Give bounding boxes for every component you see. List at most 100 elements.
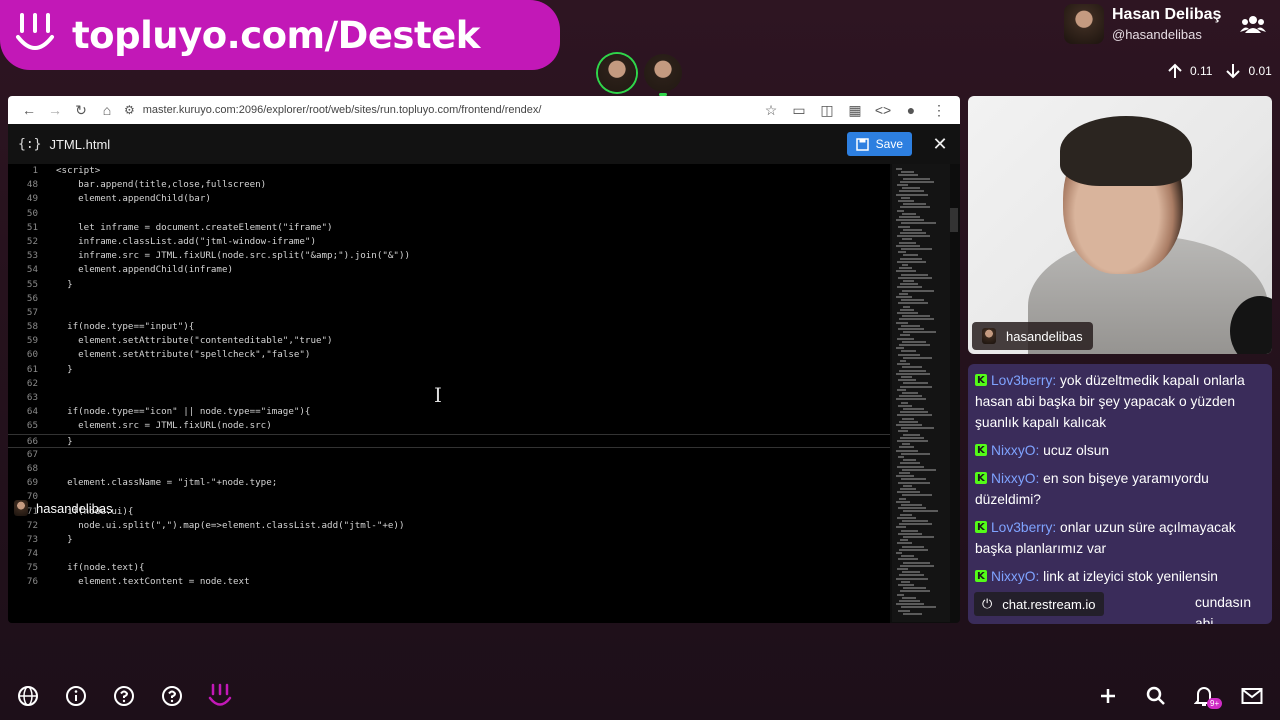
back-icon[interactable]: ← [16,97,42,123]
save-label: Save [875,137,903,151]
profile-icon[interactable]: ● [898,97,924,123]
minimap-line [896,296,912,298]
code-line[interactable]: 66 } [8,433,890,448]
minimap-line [898,328,924,330]
code-line[interactable]: 60 element.setAttribute("spellcheck","fa… [8,348,890,362]
code-line[interactable]: 56 [8,292,890,306]
code-text: } [56,533,73,545]
mail-icon[interactable] [1240,684,1264,708]
apps-icon[interactable]: ▦ [842,97,868,123]
minimap[interactable] [892,164,950,622]
minimap-line [902,596,916,599]
minimap-line [899,420,918,423]
guest-avatar-speaking[interactable] [598,54,636,92]
code-line[interactable]: 71 if(node.ui){ [8,505,890,519]
code-line[interactable]: 58 if(node.type=="input"){ [8,320,890,334]
code-line[interactable]: 57 [8,306,890,320]
forward-icon[interactable]: → [42,97,68,123]
close-icon[interactable]: ✕ [930,134,950,155]
line-number: 59 [26,335,38,347]
code-line[interactable]: 72 node.ui.split(",").map(e=>element.cla… [8,519,890,533]
minimap-line [900,360,906,362]
minimap-line [899,574,924,577]
avatar [14,500,28,516]
minimap-line [897,388,906,391]
code-line[interactable]: 51 let inframe = document.createElement(… [8,221,890,235]
code-line[interactable]: 55 } [8,278,890,292]
line-number: 61 [26,363,38,375]
minimap-line [900,513,912,516]
minimap-line [896,500,910,503]
globe-icon[interactable] [16,684,40,708]
cast-icon[interactable]: ◫ [814,97,840,123]
code-line[interactable]: 53 inframe.src = JTML.fixURL(node.src.sp… [8,249,890,263]
chat-text: link at izleyici stok yenilensin [1043,569,1218,584]
minimap-line [901,222,936,225]
save-button[interactable]: Save [846,132,912,156]
minimap-line [897,542,912,545]
code-line[interactable]: 49 element.appendChild(bar) [8,192,890,206]
power-icon: ⏻ [982,596,993,611]
devtools-icon[interactable]: <> [870,97,896,123]
code-text: element.setAttribute("contenteditable","… [56,335,333,347]
reload-icon[interactable]: ↻ [68,97,94,123]
line-number: 72 [26,519,38,531]
minimap-line [903,408,924,410]
webcam-feed [968,96,1272,354]
guest-avatar[interactable] [644,54,682,96]
people-icon[interactable] [1240,14,1266,34]
info-icon[interactable] [64,684,88,708]
profile-card[interactable]: Hasan Delibaş @hasandelibas [1064,4,1221,44]
code-line[interactable]: 69 element.className = "jtml-"+node.type… [8,476,890,490]
minimap-line [903,561,930,564]
code-line[interactable]: 65 element.src = JTML.fixURL(node.src) [8,419,890,433]
code-line[interactable]: 68 [8,462,890,476]
code-line[interactable]: 67 [8,448,890,462]
code-line[interactable]: 1 <script> [8,164,890,178]
minimap-line [899,216,920,218]
code-line[interactable]: 50 [8,207,890,221]
minimap-line [899,523,932,526]
code-line[interactable]: 54 element.appendChild(inframe) [8,263,890,277]
code-line[interactable]: 76 element.textContent = node.text [8,575,890,589]
code-line[interactable]: 62 [8,377,890,391]
help-icon[interactable] [112,684,136,708]
code-text: bar.append(title,close,fullscreen) [56,179,267,191]
code-line[interactable]: 73 } [8,533,890,547]
kick-icon [975,566,987,587]
line-number: 50 [26,207,38,219]
chat-message: Lov3berry: onlar uzun süre açılmayacak b… [975,517,1266,559]
code-line[interactable]: 52 inframe.classList.add("jtml-window-if… [8,235,890,249]
code-line[interactable]: 64 if(node.type=="icon" || node.type=="i… [8,405,890,419]
extensions-icon[interactable]: ▭ [786,97,812,123]
minimap-line [898,507,926,510]
site-settings-icon[interactable]: ⚙ [124,103,135,117]
address-bar[interactable]: ⚙ master.kuruyo.com:2096/explorer/root/w… [124,103,734,117]
menu-icon[interactable]: ⋮ [926,97,952,123]
code-line[interactable]: 48 bar.append(title,close,fullscreen) [8,178,890,192]
code-line[interactable]: 59 element.setAttribute("contenteditable… [8,334,890,348]
search-icon[interactable] [1144,684,1168,708]
help-alt-icon[interactable] [160,684,184,708]
code-editor[interactable]: 1 <script> 48 bar.append(title,close,fulls… [8,164,890,594]
code-line[interactable]: 75 if(node.text){ [8,561,890,575]
scrollbar-thumb[interactable] [950,208,958,232]
minimap-line [898,558,918,561]
editor-header: {:} JTML.html Save ✕ [8,124,960,164]
code-line[interactable]: 63 [8,391,890,405]
minimap-line [896,372,930,375]
home-icon[interactable]: ⌂ [94,97,120,123]
bookmark-star-icon[interactable]: ☆ [758,97,784,123]
code-line[interactable]: 74 [8,547,890,561]
minimap-line [896,168,902,170]
minimap-line [901,504,922,506]
minimap-line [898,225,910,228]
code-line[interactable]: 61 } [8,363,890,377]
minimap-line [902,315,930,318]
code-text: element.appendChild(inframe) [56,264,234,276]
topluyo-logo-icon[interactable] [208,683,232,708]
plus-icon[interactable] [1096,684,1120,708]
code-line[interactable]: 70 [8,490,890,504]
